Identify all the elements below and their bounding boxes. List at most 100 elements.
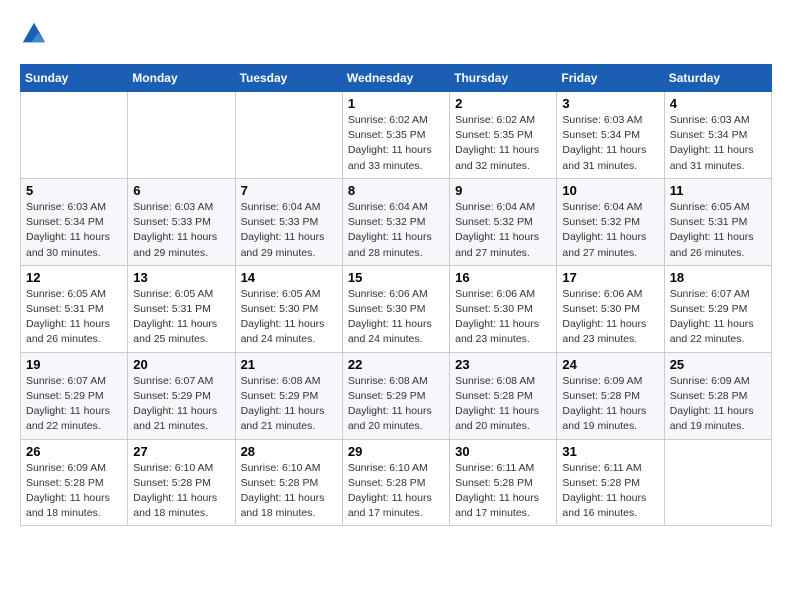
calendar-week-row: 5 Sunrise: 6:03 AM Sunset: 5:34 PM Daylig…: [21, 178, 772, 265]
calendar-cell: 5 Sunrise: 6:03 AM Sunset: 5:34 PM Daylig…: [21, 178, 128, 265]
logo-icon: [20, 20, 48, 48]
day-info: Sunrise: 6:08 AM Sunset: 5:29 PM Dayligh…: [241, 374, 337, 435]
logo: [20, 20, 52, 48]
calendar-cell: [128, 92, 235, 179]
calendar-cell: 9 Sunrise: 6:04 AM Sunset: 5:32 PM Daylig…: [450, 178, 557, 265]
calendar-cell: 11 Sunrise: 6:05 AM Sunset: 5:31 PM Dayli…: [664, 178, 771, 265]
day-info: Sunrise: 6:10 AM Sunset: 5:28 PM Dayligh…: [241, 461, 337, 522]
day-info: Sunrise: 6:05 AM Sunset: 5:31 PM Dayligh…: [26, 287, 122, 348]
day-info: Sunrise: 6:04 AM Sunset: 5:32 PM Dayligh…: [348, 200, 444, 261]
weekday-header-thursday: Thursday: [450, 65, 557, 92]
calendar-cell: 16 Sunrise: 6:06 AM Sunset: 5:30 PM Dayli…: [450, 265, 557, 352]
day-number: 11: [670, 183, 766, 198]
calendar-cell: 18 Sunrise: 6:07 AM Sunset: 5:29 PM Dayli…: [664, 265, 771, 352]
day-number: 6: [133, 183, 229, 198]
day-info: Sunrise: 6:07 AM Sunset: 5:29 PM Dayligh…: [670, 287, 766, 348]
day-number: 27: [133, 444, 229, 459]
calendar-cell: 28 Sunrise: 6:10 AM Sunset: 5:28 PM Dayli…: [235, 439, 342, 526]
day-number: 24: [562, 357, 658, 372]
day-number: 30: [455, 444, 551, 459]
day-number: 12: [26, 270, 122, 285]
day-info: Sunrise: 6:05 AM Sunset: 5:30 PM Dayligh…: [241, 287, 337, 348]
calendar-cell: 8Sunrise: 6:04 AM Sunset: 5:32 PM Daylig…: [342, 178, 449, 265]
calendar-week-row: 19 Sunrise: 6:07 AM Sunset: 5:29 PM Dayli…: [21, 352, 772, 439]
day-info: Sunrise: 6:09 AM Sunset: 5:28 PM Dayligh…: [562, 374, 658, 435]
day-info: Sunrise: 6:08 AM Sunset: 5:28 PM Dayligh…: [455, 374, 551, 435]
calendar-cell: 26 Sunrise: 6:09 AM Sunset: 5:28 PM Dayli…: [21, 439, 128, 526]
calendar-cell: 20 Sunrise: 6:07 AM Sunset: 5:29 PM Dayli…: [128, 352, 235, 439]
day-number: 28: [241, 444, 337, 459]
day-number: 21: [241, 357, 337, 372]
day-info: Sunrise: 6:06 AM Sunset: 5:30 PM Dayligh…: [562, 287, 658, 348]
day-info: Sunrise: 6:05 AM Sunset: 5:31 PM Dayligh…: [670, 200, 766, 261]
day-info: Sunrise: 6:07 AM Sunset: 5:29 PM Dayligh…: [133, 374, 229, 435]
day-info: Sunrise: 6:11 AM Sunset: 5:28 PM Dayligh…: [455, 461, 551, 522]
day-number: 7: [241, 183, 337, 198]
calendar-cell: 2 Sunrise: 6:02 AM Sunset: 5:35 PM Daylig…: [450, 92, 557, 179]
day-number: 4: [670, 96, 766, 111]
day-number: 16: [455, 270, 551, 285]
calendar-cell: 22 Sunrise: 6:08 AM Sunset: 5:29 PM Dayli…: [342, 352, 449, 439]
day-info: Sunrise: 6:10 AM Sunset: 5:28 PM Dayligh…: [133, 461, 229, 522]
day-number: 5: [26, 183, 122, 198]
day-number: 14: [241, 270, 337, 285]
day-number: 22: [348, 357, 444, 372]
calendar-table: SundayMondayTuesdayWednesdayThursdayFrid…: [20, 64, 772, 526]
day-number: 9: [455, 183, 551, 198]
day-info: Sunrise: 6:03 AM Sunset: 5:34 PM Dayligh…: [562, 113, 658, 174]
weekday-header-friday: Friday: [557, 65, 664, 92]
calendar-cell: 27 Sunrise: 6:10 AM Sunset: 5:28 PM Dayli…: [128, 439, 235, 526]
day-number: 29: [348, 444, 444, 459]
calendar-cell: 23 Sunrise: 6:08 AM Sunset: 5:28 PM Dayli…: [450, 352, 557, 439]
weekday-header-sunday: Sunday: [21, 65, 128, 92]
day-number: 26: [26, 444, 122, 459]
day-info: Sunrise: 6:09 AM Sunset: 5:28 PM Dayligh…: [670, 374, 766, 435]
day-info: Sunrise: 6:11 AM Sunset: 5:28 PM Dayligh…: [562, 461, 658, 522]
day-info: Sunrise: 6:07 AM Sunset: 5:29 PM Dayligh…: [26, 374, 122, 435]
day-number: 18: [670, 270, 766, 285]
day-info: Sunrise: 6:03 AM Sunset: 5:33 PM Dayligh…: [133, 200, 229, 261]
calendar-cell: 29 Sunrise: 6:10 AM Sunset: 5:28 PM Dayli…: [342, 439, 449, 526]
day-number: 25: [670, 357, 766, 372]
day-info: Sunrise: 6:03 AM Sunset: 5:34 PM Dayligh…: [26, 200, 122, 261]
day-info: Sunrise: 6:08 AM Sunset: 5:29 PM Dayligh…: [348, 374, 444, 435]
calendar-cell: 6 Sunrise: 6:03 AM Sunset: 5:33 PM Daylig…: [128, 178, 235, 265]
day-number: 17: [562, 270, 658, 285]
calendar-cell: 3Sunrise: 6:03 AM Sunset: 5:34 PM Daylig…: [557, 92, 664, 179]
day-info: Sunrise: 6:06 AM Sunset: 5:30 PM Dayligh…: [455, 287, 551, 348]
weekday-header-monday: Monday: [128, 65, 235, 92]
day-info: Sunrise: 6:04 AM Sunset: 5:32 PM Dayligh…: [455, 200, 551, 261]
day-number: 1: [348, 96, 444, 111]
calendar-cell: [235, 92, 342, 179]
calendar-cell: 30 Sunrise: 6:11 AM Sunset: 5:28 PM Dayli…: [450, 439, 557, 526]
day-info: Sunrise: 6:10 AM Sunset: 5:28 PM Dayligh…: [348, 461, 444, 522]
day-info: Sunrise: 6:04 AM Sunset: 5:33 PM Dayligh…: [241, 200, 337, 261]
day-number: 13: [133, 270, 229, 285]
day-info: Sunrise: 6:02 AM Sunset: 5:35 PM Dayligh…: [455, 113, 551, 174]
calendar-cell: [21, 92, 128, 179]
day-info: Sunrise: 6:04 AM Sunset: 5:32 PM Dayligh…: [562, 200, 658, 261]
day-number: 2: [455, 96, 551, 111]
calendar-cell: 15Sunrise: 6:06 AM Sunset: 5:30 PM Dayli…: [342, 265, 449, 352]
calendar-cell: 14 Sunrise: 6:05 AM Sunset: 5:30 PM Dayli…: [235, 265, 342, 352]
day-info: Sunrise: 6:09 AM Sunset: 5:28 PM Dayligh…: [26, 461, 122, 522]
weekday-header-wednesday: Wednesday: [342, 65, 449, 92]
day-number: 23: [455, 357, 551, 372]
day-number: 20: [133, 357, 229, 372]
day-number: 19: [26, 357, 122, 372]
day-number: 10: [562, 183, 658, 198]
calendar-cell: 21 Sunrise: 6:08 AM Sunset: 5:29 PM Dayli…: [235, 352, 342, 439]
day-number: 31: [562, 444, 658, 459]
calendar-week-row: 1 Sunrise: 6:02 AM Sunset: 5:35 PM Daylig…: [21, 92, 772, 179]
calendar-cell: 10 Sunrise: 6:04 AM Sunset: 5:32 PM Dayli…: [557, 178, 664, 265]
calendar-cell: 4 Sunrise: 6:03 AM Sunset: 5:34 PM Daylig…: [664, 92, 771, 179]
weekday-header-row: SundayMondayTuesdayWednesdayThursdayFrid…: [21, 65, 772, 92]
calendar-cell: 13Sunrise: 6:05 AM Sunset: 5:31 PM Dayli…: [128, 265, 235, 352]
calendar-cell: [664, 439, 771, 526]
page-header: [20, 20, 772, 48]
calendar-cell: 7 Sunrise: 6:04 AM Sunset: 5:33 PM Daylig…: [235, 178, 342, 265]
day-number: 15: [348, 270, 444, 285]
day-info: Sunrise: 6:03 AM Sunset: 5:34 PM Dayligh…: [670, 113, 766, 174]
calendar-cell: 1Sunrise: 6:02 AM Sunset: 5:35 PM Daylig…: [342, 92, 449, 179]
calendar-cell: 19 Sunrise: 6:07 AM Sunset: 5:29 PM Dayli…: [21, 352, 128, 439]
